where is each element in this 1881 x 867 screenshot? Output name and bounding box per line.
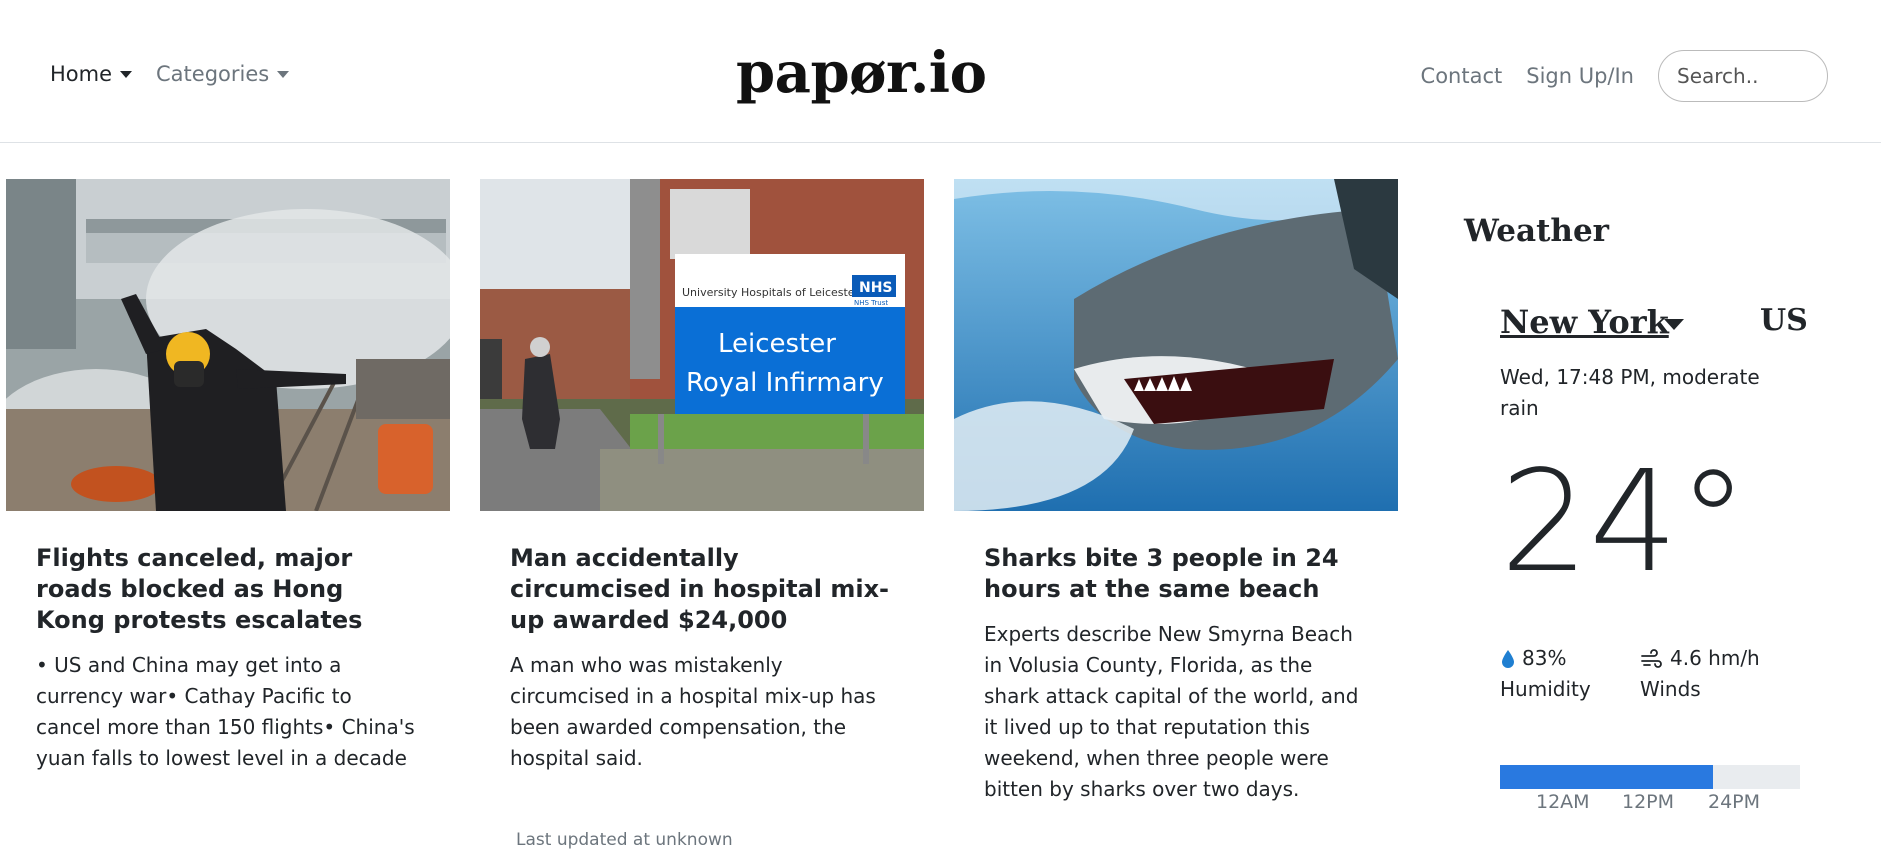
sign-main2: Royal Infirmary bbox=[686, 368, 884, 398]
shark-image bbox=[954, 179, 1398, 511]
day-progress-fill bbox=[1500, 765, 1713, 789]
city-selector[interactable]: New York US bbox=[1500, 303, 1808, 347]
day-progress-bar bbox=[1500, 765, 1800, 789]
hospital-image: University Hospitals of Leicester NHS NH… bbox=[480, 179, 924, 511]
country-code: US bbox=[1760, 303, 1808, 338]
hospital-photo[interactable]: University Hospitals of Leicester NHS NH… bbox=[480, 179, 924, 511]
home-dropdown[interactable]: Home bbox=[50, 62, 133, 86]
weather-description: Wed, 17:48 PM, moderate rain bbox=[1500, 365, 1760, 420]
shark-photo[interactable] bbox=[954, 179, 1398, 511]
article-title[interactable]: Sharks bite 3 people in 24 hours at the … bbox=[984, 543, 1368, 605]
droplet-icon bbox=[1502, 649, 1514, 668]
wind-stat: 4.6 hm/h Winds bbox=[1640, 643, 1760, 705]
protester-image bbox=[6, 179, 450, 511]
temperature: 24° bbox=[1500, 441, 1749, 604]
nav-left: Home Categories bbox=[50, 62, 290, 86]
article-title[interactable]: Flights canceled, major roads blocked as… bbox=[36, 543, 420, 636]
weather-widget: Weather New York US Wed, 17:48 PM, moder… bbox=[1464, 213, 1864, 813]
navbar: Home Categories papør.io Contact Sign Up… bbox=[0, 0, 1881, 143]
caret-down-icon bbox=[277, 70, 290, 78]
article-card[interactable]: Sharks bite 3 people in 24 hours at the … bbox=[954, 179, 1398, 805]
sign-main1: Leicester bbox=[718, 329, 836, 359]
tick-label: 12AM bbox=[1536, 791, 1590, 813]
categories-label: Categories bbox=[156, 62, 270, 86]
humidity-value: 83% bbox=[1522, 646, 1567, 670]
article-summary: Experts describe New Smyrna Beach in Vol… bbox=[984, 622, 1359, 801]
last-updated-text: Last updated at unknown bbox=[516, 830, 733, 850]
caret-down-icon bbox=[120, 70, 133, 78]
article-card[interactable]: University Hospitals of Leicester NHS NH… bbox=[480, 179, 924, 774]
brand-logo[interactable]: papør.io bbox=[736, 40, 987, 106]
wind-label: Winds bbox=[1640, 677, 1701, 701]
wind-icon bbox=[1641, 648, 1662, 668]
categories-dropdown[interactable]: Categories bbox=[156, 62, 290, 86]
weather-title: Weather bbox=[1464, 213, 1610, 249]
city-name[interactable]: New York bbox=[1500, 303, 1669, 341]
search-input[interactable] bbox=[1658, 50, 1828, 102]
article-summary: • US and China may get into a currency w… bbox=[36, 653, 415, 770]
sign-sub: NHS Trust bbox=[854, 299, 888, 307]
home-label: Home bbox=[50, 62, 113, 86]
sign-line1: University Hospitals of Leicester bbox=[682, 286, 860, 299]
nav-right: Contact Sign Up/In bbox=[1421, 50, 1828, 102]
humidity-label: Humidity bbox=[1500, 677, 1591, 701]
article-card[interactable]: Flights canceled, major roads blocked as… bbox=[6, 179, 450, 774]
contact-link[interactable]: Contact bbox=[1421, 64, 1503, 88]
wind-value: 4.6 hm/h bbox=[1670, 646, 1760, 670]
tick-label: 24PM bbox=[1708, 791, 1761, 813]
caret-down-icon[interactable] bbox=[1664, 319, 1684, 330]
article-summary: A man who was mistakenly circumcised in … bbox=[510, 653, 876, 770]
protester-photo[interactable] bbox=[6, 179, 450, 511]
tick-label: 12PM bbox=[1622, 791, 1675, 813]
article-title[interactable]: Man accidentally circumcised in hospital… bbox=[510, 543, 894, 636]
signup-link[interactable]: Sign Up/In bbox=[1526, 64, 1634, 88]
sign-badge: NHS bbox=[859, 280, 893, 296]
humidity-stat: 83% Humidity bbox=[1500, 643, 1591, 705]
